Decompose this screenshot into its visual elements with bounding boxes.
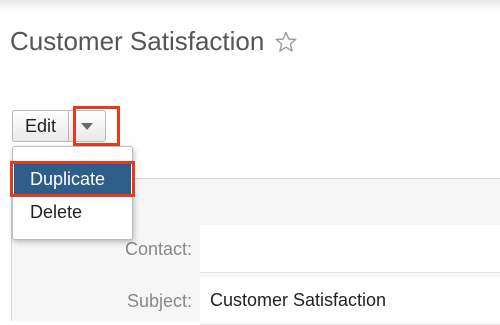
actions-dropdown-menu: Duplicate Delete: [12, 146, 133, 240]
menu-item-delete[interactable]: Delete: [14, 197, 131, 227]
subject-value[interactable]: Customer Satisfaction: [200, 277, 500, 325]
menu-item-duplicate[interactable]: Duplicate: [14, 164, 131, 194]
edit-button[interactable]: Edit: [12, 110, 69, 142]
actions-dropdown-toggle[interactable]: [68, 110, 107, 142]
action-button-group: Edit: [12, 110, 107, 142]
contact-label: Contact:: [124, 239, 192, 259]
page-title: Customer Satisfaction: [10, 26, 265, 56]
contact-value[interactable]: [200, 225, 500, 273]
title-row: Customer Satisfaction: [10, 26, 298, 57]
subject-field-row: Subject: Customer Satisfaction: [12, 277, 500, 325]
star-icon[interactable]: [274, 30, 298, 54]
top-fade: [0, 0, 500, 10]
subject-label: Subject:: [126, 291, 192, 311]
caret-down-icon: [81, 123, 94, 130]
